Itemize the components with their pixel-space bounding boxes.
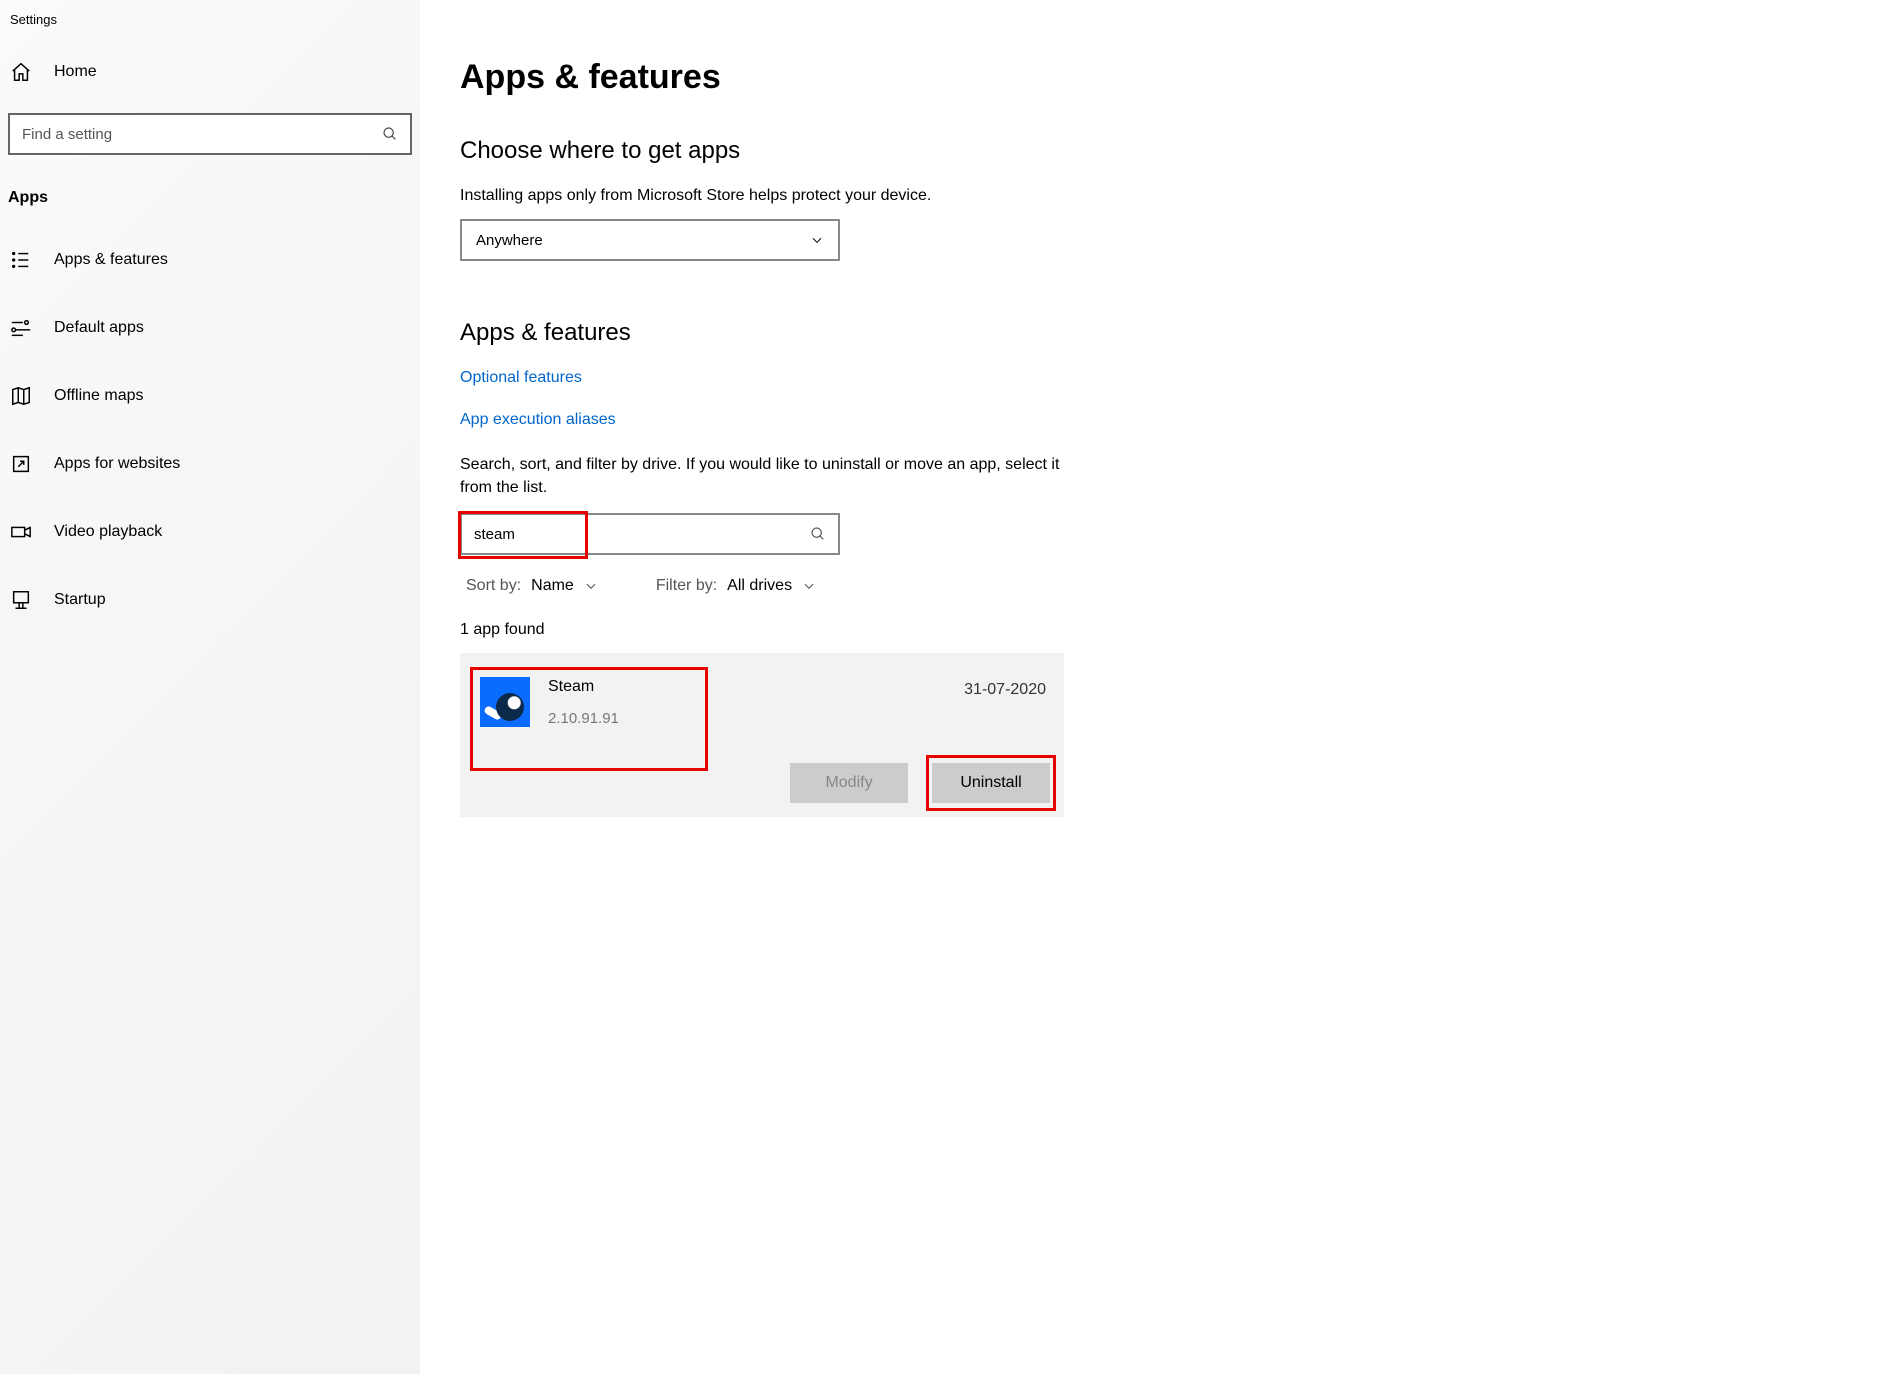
- page-title: Apps & features: [460, 58, 1850, 97]
- filter-value: All drives: [727, 577, 792, 595]
- app-info: Steam 2.10.91.91: [548, 678, 964, 727]
- settings-list-icon: [10, 317, 32, 339]
- sidebar-item-label: Offline maps: [54, 387, 144, 405]
- home-icon: [10, 61, 32, 83]
- steam-icon: [480, 677, 530, 727]
- open-external-icon: [10, 453, 32, 475]
- choose-desc: Installing apps only from Microsoft Stor…: [460, 187, 1850, 205]
- filter-by-dropdown[interactable]: Filter by: All drives: [656, 577, 816, 595]
- search-desc: Search, sort, and filter by drive. If yo…: [460, 453, 1070, 499]
- sort-label: Sort by:: [466, 577, 521, 595]
- modify-button: Modify: [790, 763, 908, 803]
- chevron-down-icon: [810, 233, 824, 247]
- choose-heading: Choose where to get apps: [460, 137, 1850, 165]
- chevron-down-icon: [584, 579, 598, 593]
- app-search-box[interactable]: [460, 513, 840, 555]
- sidebar-item-label: Apps & features: [54, 251, 168, 269]
- app-action-row: Modify Uninstall: [470, 763, 1050, 803]
- uninstall-label: Uninstall: [960, 774, 1021, 791]
- home-label: Home: [54, 63, 97, 81]
- app-list: Steam 2.10.91.91 31-07-2020 Modify Unins…: [460, 653, 1064, 817]
- app-source-dropdown[interactable]: Anywhere: [460, 219, 840, 261]
- search-icon: [382, 126, 398, 142]
- sort-value: Name: [531, 577, 574, 595]
- sidebar: Settings Home Apps Apps & features Defau…: [0, 0, 420, 1374]
- list-icon: [10, 249, 32, 271]
- main-content: Apps & features Choose where to get apps…: [420, 0, 1890, 1374]
- app-name: Steam: [548, 678, 964, 696]
- window-title: Settings: [0, 10, 420, 51]
- app-source-value: Anywhere: [476, 232, 543, 249]
- search-icon: [810, 526, 826, 542]
- settings-search-input[interactable]: [22, 126, 382, 143]
- optional-features-link[interactable]: Optional features: [460, 369, 1850, 387]
- filter-label: Filter by:: [656, 577, 717, 595]
- app-version: 2.10.91.91: [548, 710, 964, 727]
- apps-features-heading: Apps & features: [460, 319, 1850, 347]
- sidebar-item-startup[interactable]: Startup: [0, 573, 420, 627]
- settings-search-box[interactable]: [8, 113, 412, 155]
- sidebar-item-label: Startup: [54, 591, 106, 609]
- app-search-input[interactable]: [462, 526, 810, 543]
- sidebar-item-label: Apps for websites: [54, 455, 180, 473]
- sidebar-item-apps-features[interactable]: Apps & features: [0, 233, 420, 287]
- sort-by-dropdown[interactable]: Sort by: Name: [466, 577, 598, 595]
- sidebar-item-label: Video playback: [54, 523, 162, 541]
- startup-icon: [10, 589, 32, 611]
- sidebar-item-apps-websites[interactable]: Apps for websites: [0, 437, 420, 491]
- uninstall-button[interactable]: Uninstall: [932, 763, 1050, 803]
- app-install-date: 31-07-2020: [964, 681, 1046, 699]
- sidebar-item-label: Default apps: [54, 319, 144, 337]
- sidebar-item-default-apps[interactable]: Default apps: [0, 301, 420, 355]
- app-item-steam[interactable]: Steam 2.10.91.91 31-07-2020: [470, 667, 1050, 737]
- sidebar-item-video-playback[interactable]: Video playback: [0, 505, 420, 559]
- video-icon: [10, 521, 32, 543]
- sidebar-section-apps: Apps: [0, 183, 420, 233]
- home-nav[interactable]: Home: [0, 51, 420, 93]
- app-execution-aliases-link[interactable]: App execution aliases: [460, 411, 1850, 429]
- map-icon: [10, 385, 32, 407]
- sidebar-item-offline-maps[interactable]: Offline maps: [0, 369, 420, 423]
- chevron-down-icon: [802, 579, 816, 593]
- sort-filter-row: Sort by: Name Filter by: All drives: [460, 577, 1850, 595]
- app-count: 1 app found: [460, 621, 1850, 639]
